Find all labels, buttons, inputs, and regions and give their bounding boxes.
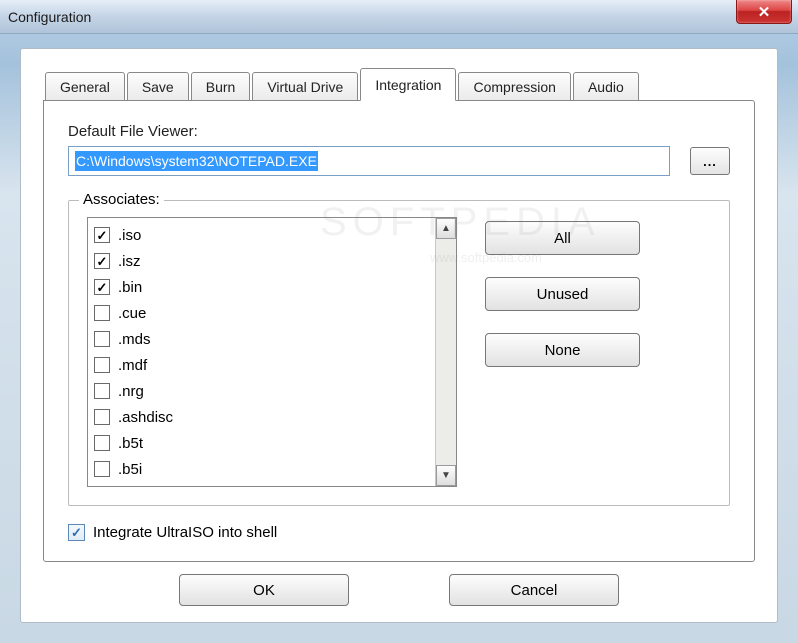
associate-ext-label: .b5i xyxy=(118,461,142,478)
list-item[interactable]: .b5t xyxy=(94,430,429,456)
scroll-down-icon[interactable]: ▼ xyxy=(436,465,456,486)
associate-checkbox[interactable] xyxy=(94,383,110,399)
default-viewer-label: Default File Viewer: xyxy=(68,123,730,140)
list-item[interactable]: .mds xyxy=(94,326,429,352)
titlebar: Configuration ✕ xyxy=(0,0,798,34)
list-item[interactable]: .isz xyxy=(94,248,429,274)
tab-compression[interactable]: Compression xyxy=(458,72,570,101)
associates-group: Associates: .iso.isz.bin.cue.mds.mdf.nrg… xyxy=(68,200,730,506)
unused-button[interactable]: Unused xyxy=(485,277,640,311)
associate-checkbox[interactable] xyxy=(94,435,110,451)
close-button[interactable]: ✕ xyxy=(736,0,792,24)
list-item[interactable]: .b5i xyxy=(94,456,429,482)
ok-button[interactable]: OK xyxy=(179,574,349,606)
list-item[interactable]: .bin xyxy=(94,274,429,300)
associates-list: .iso .isz .bin .cue .mds .mdf .nrg .ashdisc .b5t… xyxy=(88,218,435,486)
list-item[interactable]: .nrg xyxy=(94,378,429,404)
scroll-up-icon[interactable]: ▲ xyxy=(436,218,456,239)
shell-integrate-row: Integrate UltraISO into shell xyxy=(68,524,730,541)
cancel-button[interactable]: Cancel xyxy=(449,574,619,606)
associate-ext-label: .cue xyxy=(118,305,146,322)
associate-ext-label: .mds xyxy=(118,331,151,348)
browse-label: ... xyxy=(703,154,717,169)
associate-checkbox[interactable] xyxy=(94,227,110,243)
default-viewer-input[interactable]: C:\Windows\system32\NOTEPAD.EXE xyxy=(68,146,670,176)
none-button[interactable]: None xyxy=(485,333,640,367)
tab-audio[interactable]: Audio xyxy=(573,72,639,101)
shell-integrate-label: Integrate UltraISO into shell xyxy=(93,524,277,541)
dialog-button-row: OK Cancel xyxy=(43,574,755,606)
associate-checkbox[interactable] xyxy=(94,305,110,321)
associate-checkbox[interactable] xyxy=(94,461,110,477)
list-item[interactable]: .cue xyxy=(94,300,429,326)
associate-checkbox[interactable] xyxy=(94,331,110,347)
close-icon: ✕ xyxy=(758,3,771,21)
scrollbar[interactable]: ▲ ▼ xyxy=(435,218,456,486)
associates-listbox[interactable]: .iso .isz .bin .cue .mds .mdf .nrg .ashdisc .b5t… xyxy=(87,217,457,487)
window-title: Configuration xyxy=(8,9,91,25)
tab-integration-content: Default File Viewer: C:\Windows\system32… xyxy=(43,100,755,562)
associate-ext-label: .ashdisc xyxy=(118,409,173,426)
shell-integrate-checkbox[interactable] xyxy=(68,524,85,541)
tab-general[interactable]: General xyxy=(45,72,125,101)
list-item[interactable]: .mdf xyxy=(94,352,429,378)
associate-ext-label: .mdf xyxy=(118,357,147,374)
browse-button[interactable]: ... xyxy=(690,147,730,175)
associate-ext-label: .b5t xyxy=(118,435,143,452)
associate-ext-label: .nrg xyxy=(118,383,144,400)
config-window: Configuration ✕ GeneralSaveBurnVirtual D… xyxy=(0,0,798,643)
dialog-panel: GeneralSaveBurnVirtual DriveIntegrationC… xyxy=(20,48,778,623)
list-item[interactable]: .ashdisc xyxy=(94,404,429,430)
associate-ext-label: .bin xyxy=(118,279,142,296)
tab-strip: GeneralSaveBurnVirtual DriveIntegrationC… xyxy=(43,67,755,100)
associates-buttons: All Unused None xyxy=(485,217,640,487)
associate-checkbox[interactable] xyxy=(94,357,110,373)
tab-save[interactable]: Save xyxy=(127,72,189,101)
associate-ext-label: .iso xyxy=(118,227,141,244)
tab-integration[interactable]: Integration xyxy=(360,68,456,101)
associates-body: .iso .isz .bin .cue .mds .mdf .nrg .ashdisc .b5t… xyxy=(87,217,711,487)
tab-virtual-drive[interactable]: Virtual Drive xyxy=(252,72,358,101)
associate-checkbox[interactable] xyxy=(94,253,110,269)
associate-ext-label: .isz xyxy=(118,253,141,270)
associates-title: Associates: xyxy=(79,191,164,208)
viewer-row: C:\Windows\system32\NOTEPAD.EXE ... xyxy=(68,146,730,176)
all-button[interactable]: All xyxy=(485,221,640,255)
associate-checkbox[interactable] xyxy=(94,279,110,295)
associate-checkbox[interactable] xyxy=(94,409,110,425)
list-item[interactable]: .iso xyxy=(94,222,429,248)
tab-burn[interactable]: Burn xyxy=(191,72,251,101)
default-viewer-value: C:\Windows\system32\NOTEPAD.EXE xyxy=(75,151,318,171)
